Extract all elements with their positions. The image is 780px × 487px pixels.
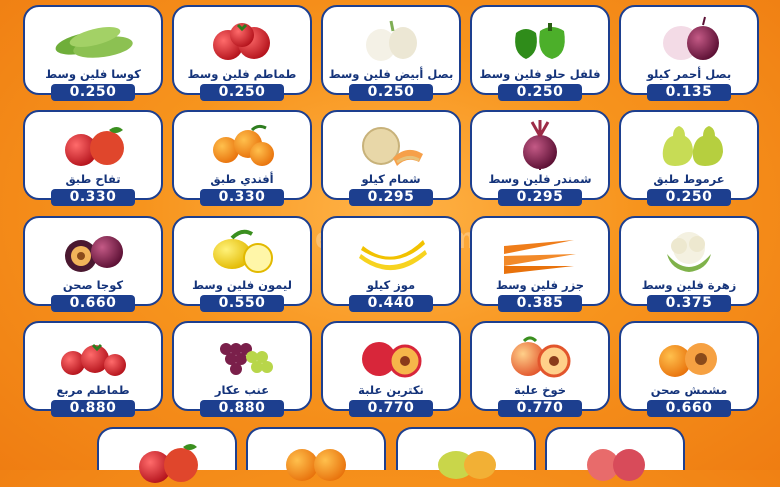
product-price: 0.250 bbox=[200, 84, 284, 101]
product-card: عنب عكار 0.880 bbox=[172, 321, 312, 417]
product-price: 0.660 bbox=[647, 400, 731, 417]
product-price: 0.330 bbox=[200, 189, 284, 206]
product-card: طماطم فلين وسط 0.250 bbox=[172, 5, 312, 101]
beetroot-icon bbox=[523, 120, 557, 170]
cantaloupe-icon bbox=[362, 127, 423, 166]
product-card: أفندي طبق 0.330 bbox=[172, 110, 312, 206]
product-card: بصل أحمر كيلو 0.135 bbox=[619, 5, 759, 101]
product-price: 0.295 bbox=[349, 189, 433, 206]
grapes-icon bbox=[220, 343, 273, 375]
product-price: 0.135 bbox=[647, 84, 731, 101]
product-name: خوخ علبة bbox=[513, 383, 566, 397]
product-name: كوجا صحن bbox=[62, 278, 124, 292]
product-name: طماطم فلين وسط bbox=[187, 67, 297, 81]
product-name: بصل أبيض فلين وسط bbox=[328, 67, 454, 81]
product-price: 0.770 bbox=[498, 400, 582, 417]
bell-pepper-icon bbox=[515, 23, 565, 59]
product-name: بصل أحمر كيلو bbox=[646, 67, 732, 81]
apple-icon bbox=[139, 444, 198, 483]
nectarine-icon bbox=[362, 342, 422, 378]
product-card: خوخ علبة 0.770 bbox=[470, 321, 610, 417]
product-price: 0.295 bbox=[498, 189, 582, 206]
apple-icon bbox=[65, 127, 124, 166]
product-card: عرموط طبق 0.250 bbox=[619, 110, 759, 206]
product-name: أفندي طبق bbox=[210, 172, 274, 186]
product-price: 0.375 bbox=[647, 295, 731, 312]
product-card bbox=[396, 427, 536, 479]
product-name: شمام كيلو bbox=[361, 172, 421, 186]
product-name: تفاح طبق bbox=[65, 172, 121, 186]
product-name: ليمون فلين وسط bbox=[192, 278, 292, 292]
product-name: شمندر فلين وسط bbox=[488, 172, 592, 186]
product-price: 0.550 bbox=[200, 295, 284, 312]
carrot-icon bbox=[504, 240, 576, 274]
red-apple-icon bbox=[587, 449, 645, 481]
product-card: زهرة فلين وسط 0.375 bbox=[619, 216, 759, 312]
product-name: جزر فلين وسط bbox=[495, 278, 585, 292]
lemon-icon bbox=[213, 229, 273, 273]
apricot-icon bbox=[659, 343, 717, 377]
product-price: 0.250 bbox=[647, 189, 731, 206]
product-name: زهرة فلين وسط bbox=[641, 278, 737, 292]
product-card: طماطم مربع 0.880 bbox=[23, 321, 163, 417]
product-name: فلفل حلو فلين وسط bbox=[479, 67, 601, 81]
product-card: كوجا صحن 0.660 bbox=[23, 216, 163, 312]
product-price: 0.660 bbox=[51, 295, 135, 312]
product-price: 0.880 bbox=[200, 400, 284, 417]
banana-icon bbox=[359, 240, 427, 271]
product-price: 0.250 bbox=[51, 84, 135, 101]
product-price: 0.385 bbox=[498, 295, 582, 312]
product-card: بصل أبيض فلين وسط 0.250 bbox=[321, 5, 461, 101]
product-card: موز كيلو 0.440 bbox=[321, 216, 461, 312]
product-name: عرموط طبق bbox=[653, 172, 725, 186]
product-name: كوسا فلين وسط bbox=[45, 67, 141, 81]
orange-icon bbox=[286, 449, 346, 481]
white-onion-icon bbox=[366, 20, 417, 61]
product-card: جزر فلين وسط 0.385 bbox=[470, 216, 610, 312]
product-card: مشمش صحن 0.660 bbox=[619, 321, 759, 417]
product-price: 0.440 bbox=[349, 295, 433, 312]
product-price: 0.250 bbox=[349, 84, 433, 101]
product-card: نكترين علبة 0.770 bbox=[321, 321, 461, 417]
product-card: شمام كيلو 0.295 bbox=[321, 110, 461, 206]
product-card: تفاح طبق 0.330 bbox=[23, 110, 163, 206]
red-onion-icon bbox=[663, 16, 719, 60]
pear-icon bbox=[662, 126, 723, 166]
product-card: كوسا فلين وسط 0.250 bbox=[23, 5, 163, 101]
product-price: 0.880 bbox=[51, 400, 135, 417]
product-name: طماطم مربع bbox=[56, 383, 130, 397]
mango-icon bbox=[438, 451, 496, 479]
tangerine-icon bbox=[213, 124, 274, 166]
product-name: موز كيلو bbox=[366, 278, 416, 292]
cauliflower-icon bbox=[667, 232, 711, 272]
product-price: 0.250 bbox=[498, 84, 582, 101]
product-name: عنب عكار bbox=[214, 383, 270, 397]
product-name: مشمش صحن bbox=[650, 383, 728, 397]
product-card: شمندر فلين وسط 0.295 bbox=[470, 110, 610, 206]
peach-icon bbox=[511, 336, 571, 378]
product-price: 0.330 bbox=[51, 189, 135, 206]
tomato-icon bbox=[213, 23, 270, 60]
zucchini-icon bbox=[55, 27, 133, 58]
product-card: فلفل حلو فلين وسط 0.250 bbox=[470, 5, 610, 101]
product-name: نكترين علبة bbox=[358, 383, 424, 397]
product-price: 0.770 bbox=[349, 400, 433, 417]
cherry-tomato-icon bbox=[61, 343, 126, 376]
product-card bbox=[545, 427, 685, 481]
product-card bbox=[97, 427, 237, 483]
product-card: ليمون فلين وسط 0.550 bbox=[172, 216, 312, 312]
plum-icon bbox=[65, 236, 123, 272]
product-card bbox=[246, 427, 386, 481]
